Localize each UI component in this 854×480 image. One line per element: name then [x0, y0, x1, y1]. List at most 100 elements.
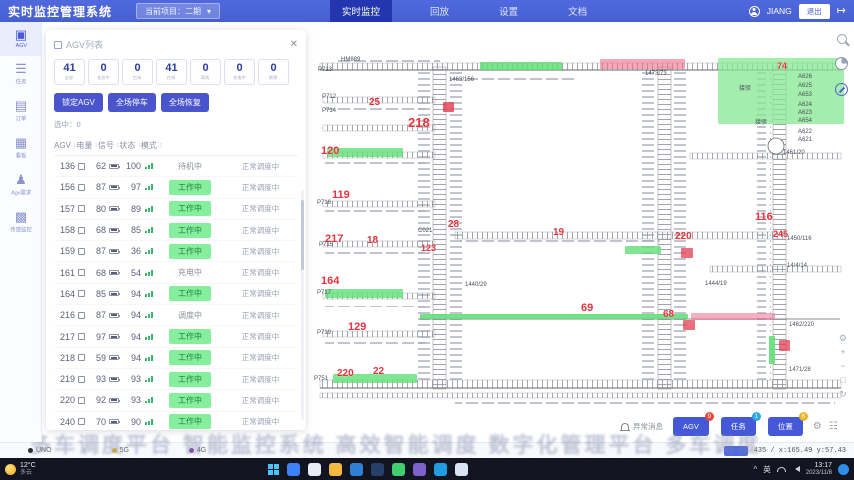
agv-number-annotation[interactable]: 220: [337, 369, 354, 379]
checkbox-icon[interactable]: [78, 333, 85, 340]
start-button[interactable]: [268, 464, 279, 475]
logout-button[interactable]: 退出: [799, 4, 830, 19]
action-button[interactable]: 全场停车: [108, 93, 156, 112]
agv-number-annotation[interactable]: 120: [321, 146, 339, 157]
table-row[interactable]: 240 70 90 工作中 正常调度中: [54, 412, 298, 430]
nav-tab[interactable]: 设置: [487, 0, 530, 22]
agv-number-annotation[interactable]: 116: [755, 212, 773, 223]
factory-map[interactable]: 2521812011921718123281916412922022696811…: [305, 22, 854, 442]
column-header[interactable]: 模式 ↕: [141, 140, 163, 151]
app-icon[interactable]: [371, 463, 384, 476]
table-row[interactable]: 218 59 94 工作中 正常调度中: [54, 348, 298, 369]
stat-box[interactable]: 0 空闲: [122, 59, 153, 85]
exit-icon[interactable]: ↦: [837, 6, 846, 17]
app-icon[interactable]: [329, 463, 342, 476]
map-control-icon[interactable]: +: [840, 348, 845, 357]
checkbox-icon[interactable]: [78, 227, 85, 234]
stat-box[interactable]: 0 离线: [190, 59, 221, 85]
toolbar-icon[interactable]: ⚙: [813, 421, 822, 432]
agv-number-annotation[interactable]: 119: [332, 190, 350, 201]
table-row[interactable]: 136 62 100 待机中 正常调度中: [54, 156, 298, 177]
agv-number-annotation[interactable]: 74: [777, 62, 787, 71]
sidebar-item[interactable]: 任务: [0, 56, 42, 93]
map-control-icon[interactable]: −: [840, 362, 845, 371]
layer-button[interactable]: 位置 6: [768, 417, 803, 436]
column-header[interactable]: 状态 ↕: [119, 140, 141, 151]
panel-scrollbar[interactable]: [301, 190, 304, 420]
app-icon[interactable]: [392, 463, 405, 476]
volume-icon[interactable]: [792, 466, 800, 472]
table-row[interactable]: 217 97 94 工作中 正常调度中: [54, 326, 298, 347]
app-icon[interactable]: [455, 463, 468, 476]
table-row[interactable]: 156 87 97 工作中 正常调度中: [54, 177, 298, 198]
layer-button[interactable]: AGV 9: [673, 417, 709, 436]
map-control-icon[interactable]: ⚙: [839, 334, 847, 343]
alert-toggle[interactable]: 异常消息: [621, 421, 663, 432]
stat-box[interactable]: 41 全部: [54, 59, 85, 85]
nav-tab[interactable]: 实时监控: [330, 0, 392, 22]
checkbox-icon[interactable]: [78, 376, 85, 383]
column-header[interactable]: AGV ↕: [54, 141, 76, 150]
stat-box[interactable]: 0 充电中: [224, 59, 255, 85]
checkbox-icon[interactable]: [78, 418, 85, 425]
nav-tab[interactable]: 文档: [556, 0, 599, 22]
action-button[interactable]: 锁定AGV: [54, 93, 103, 112]
checkbox-icon[interactable]: [78, 354, 85, 361]
table-row[interactable]: 164 85 94 工作中 正常调度中: [54, 284, 298, 305]
table-row[interactable]: 216 87 94 调度中 正常调度中: [54, 305, 298, 326]
sidebar-item[interactable]: 看板: [0, 130, 42, 167]
checkbox-icon[interactable]: [78, 397, 85, 404]
agv-number-annotation[interactable]: 25: [369, 98, 380, 108]
clock[interactable]: 13:17 2023/11/8: [806, 462, 832, 477]
nav-tab[interactable]: 回放: [418, 0, 461, 22]
table-row[interactable]: 158 68 85 工作中 正常调度中: [54, 220, 298, 241]
agv-number-annotation[interactable]: 18: [367, 236, 378, 246]
app-icon[interactable]: [308, 463, 321, 476]
table-row[interactable]: 220 92 93 工作中 正常调度中: [54, 390, 298, 411]
stat-box[interactable]: 41 在线: [156, 59, 187, 85]
scrollbar-thumb[interactable]: [301, 200, 304, 270]
project-selector[interactable]: 当前项目：二期 ▾: [136, 3, 220, 19]
table-row[interactable]: 159 87 36 工作中 正常调度中: [54, 241, 298, 262]
map-control-icon[interactable]: □: [840, 376, 845, 385]
mini-button[interactable]: [724, 446, 748, 456]
column-header[interactable]: 电量 ↕: [76, 140, 98, 151]
table-row[interactable]: 219 93 93 工作中 正常调度中: [54, 369, 298, 390]
agv-number-annotation[interactable]: 123: [421, 244, 436, 253]
notification-icon[interactable]: [838, 464, 849, 475]
sidebar-item[interactable]: 传感监控: [0, 204, 42, 241]
search-icon[interactable]: [837, 34, 847, 44]
app-icon[interactable]: [434, 463, 447, 476]
agv-number-annotation[interactable]: 68: [663, 310, 674, 320]
app-icon[interactable]: [350, 463, 363, 476]
app-icon[interactable]: [413, 463, 426, 476]
sidebar-item[interactable]: 订单: [0, 93, 42, 130]
tray-expand-icon[interactable]: ^: [753, 465, 757, 474]
wifi-tray-icon[interactable]: [777, 467, 786, 472]
table-row[interactable]: 157 80 89 工作中 正常调度中: [54, 199, 298, 220]
close-icon[interactable]: ✕: [290, 39, 298, 50]
agv-number-annotation[interactable]: 19: [553, 228, 564, 238]
checkbox-icon[interactable]: [78, 248, 85, 255]
action-button[interactable]: 全场恢复: [161, 93, 209, 112]
agv-number-annotation[interactable]: 69: [581, 303, 593, 314]
checkbox-icon[interactable]: [78, 312, 85, 319]
checkbox-icon[interactable]: [78, 269, 85, 276]
map-control-icon[interactable]: ↻: [839, 390, 847, 399]
agv-number-annotation[interactable]: 28: [448, 220, 459, 230]
agv-number-annotation[interactable]: 245: [773, 230, 788, 239]
agv-number-annotation[interactable]: 22: [373, 367, 384, 377]
app-icon[interactable]: [287, 463, 300, 476]
stat-box[interactable]: 0 故障: [258, 59, 289, 85]
stat-box[interactable]: 0 任务中: [88, 59, 119, 85]
sidebar-item[interactable]: AGV: [0, 22, 42, 56]
agv-number-annotation[interactable]: 220: [675, 232, 692, 242]
compass-icon[interactable]: [835, 83, 848, 96]
agv-number-annotation[interactable]: 164: [321, 276, 339, 287]
checkbox-icon[interactable]: [78, 163, 85, 170]
agv-number-annotation[interactable]: 129: [348, 322, 366, 333]
weather-widget[interactable]: 12°C 多云: [5, 462, 36, 476]
checkbox-icon[interactable]: [78, 184, 85, 191]
sort-icon[interactable]: ↕: [159, 142, 163, 149]
layer-button[interactable]: 任务 1: [721, 417, 756, 436]
